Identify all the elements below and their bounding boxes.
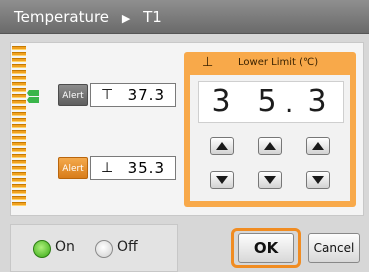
power-radio-group: On Off (10, 224, 178, 272)
digit-display: 3 5 . 3 (198, 81, 344, 123)
meter-segment (12, 142, 26, 146)
meter-segment (12, 160, 26, 164)
title-bar: Temperature ▶ T1 (0, 0, 369, 34)
lower-limit-field[interactable]: ⊥ 35.3 (90, 156, 176, 180)
off-radio[interactable] (95, 240, 113, 258)
lower-alert-button[interactable]: Alert (58, 157, 88, 179)
lower-limit-arrow-icon: ⊥ (202, 55, 214, 70)
ones-increment-button[interactable] (258, 137, 282, 155)
meter-segment (12, 136, 26, 140)
down-arrow-icon (264, 176, 276, 184)
ones-decrement-button[interactable] (258, 171, 282, 189)
meter-segment (12, 46, 26, 50)
meter-segment (12, 190, 26, 194)
breadcrumb-separator-icon: ▶ (121, 12, 131, 25)
lower-limit-icon: ⊥ (101, 160, 114, 176)
upper-alert-button[interactable]: Alert (58, 84, 88, 106)
meter-segment (12, 94, 26, 98)
meter-segment (12, 52, 26, 56)
meter-segment (12, 64, 26, 68)
meter-segment (12, 58, 26, 62)
title-text: Temperature (14, 8, 110, 26)
meter-segment (12, 172, 26, 176)
digit-tenths[interactable]: 3 (299, 82, 335, 122)
up-arrow-icon (264, 142, 276, 150)
upper-limit-field[interactable]: ⊤ 37.3 (90, 83, 176, 107)
meter-segment (12, 124, 26, 128)
down-arrow-icon (312, 176, 324, 184)
temperature-dialog: Temperature ▶ T1 Alert ⊤ 37.3 Alert ⊥ 35… (0, 0, 369, 272)
tens-increment-button[interactable] (210, 137, 234, 155)
on-radio[interactable] (33, 240, 51, 258)
meter-segment (12, 70, 26, 74)
lower-limit-editor: ⊥ Lower Limit (℃) 3 5 . 3 (184, 52, 356, 207)
upper-limit-value: 37.3 (127, 86, 165, 104)
on-label: On (55, 239, 75, 255)
upper-marker-icon (27, 90, 39, 96)
meter-segment (12, 202, 26, 206)
meter-segment (12, 82, 26, 86)
tenths-decrement-button[interactable] (306, 171, 330, 189)
digit-tens[interactable]: 3 (203, 82, 239, 122)
tens-decrement-button[interactable] (210, 171, 234, 189)
meter-segment (12, 88, 26, 92)
up-arrow-icon (312, 142, 324, 150)
temperature-meter (12, 46, 26, 206)
cancel-button[interactable]: Cancel (308, 233, 360, 263)
down-arrow-icon (216, 176, 228, 184)
upper-limit-icon: ⊤ (101, 87, 114, 103)
editor-body: 3 5 . 3 (190, 75, 350, 201)
meter-segment (12, 178, 26, 182)
meter-segment (12, 106, 26, 110)
editor-title: Lower Limit (℃) (238, 57, 319, 68)
editor-header: ⊥ Lower Limit (℃) (184, 52, 356, 74)
meter-segment (12, 100, 26, 104)
up-arrow-icon (216, 142, 228, 150)
ok-button[interactable]: OK (238, 233, 294, 263)
off-label: Off (117, 239, 138, 255)
channel-label: T1 (143, 8, 162, 26)
level-marker-icon (27, 97, 39, 103)
meter-segment (12, 196, 26, 200)
digit-ones[interactable]: 5 (249, 82, 285, 122)
meter-segment (12, 166, 26, 170)
meter-segment (12, 148, 26, 152)
meter-segment (12, 118, 26, 122)
meter-segment (12, 112, 26, 116)
meter-segment (12, 130, 26, 134)
meter-segment (12, 76, 26, 80)
meter-segment (12, 184, 26, 188)
lower-limit-value: 35.3 (127, 159, 165, 177)
tenths-increment-button[interactable] (306, 137, 330, 155)
meter-segment (12, 154, 26, 158)
decimal-point: . (285, 89, 294, 119)
